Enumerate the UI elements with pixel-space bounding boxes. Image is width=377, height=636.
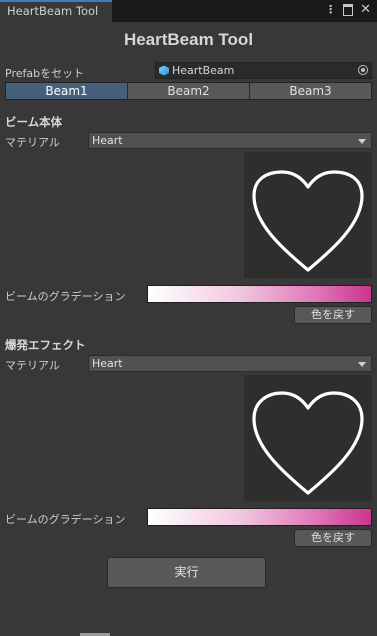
explosion-gradient-field[interactable] [147,508,372,526]
beam-tab-bar: Beam1 Beam2 Beam3 [5,82,372,100]
explosion-material-preview [244,375,372,501]
page-title: HeartBeam Tool [123,30,254,49]
beam-material-label: マテリアル [5,136,60,149]
beam-material-value: Heart [92,134,123,147]
close-icon[interactable]: ✕ [360,3,371,17]
run-button[interactable]: 実行 [107,557,266,588]
window-controls: ⋮ ✕ [325,3,371,17]
beam-gradient-field[interactable] [147,285,372,303]
heart-icon [252,170,364,272]
tab-beam3[interactable]: Beam3 [250,83,371,99]
prefab-label: Prefabをセット [5,67,85,80]
chevron-down-icon [358,362,366,367]
beam-body-section-title: ビーム本体 [5,115,63,129]
maximize-icon[interactable] [343,4,354,16]
explosion-gradient-label: ビームのグラデーション [5,513,126,526]
explosion-material-value: Heart [92,357,123,370]
kebab-icon[interactable]: ⋮ [325,3,336,17]
beam-reset-color-button[interactable]: 色を戻す [294,306,372,324]
heart-icon [252,391,364,495]
explosion-material-label: マテリアル [5,359,60,372]
prefab-value: HeartBeam [172,64,235,77]
window-tab-title: HeartBeam Tool [7,4,99,18]
explosion-reset-color-button[interactable]: 色を戻す [294,529,372,547]
explosion-section-title: 爆発エフェクト [5,338,86,352]
explosion-material-dropdown[interactable]: Heart [88,355,372,372]
chevron-down-icon [358,139,366,144]
prefab-object-field[interactable]: HeartBeam [155,62,372,79]
tab-beam2[interactable]: Beam2 [128,83,250,99]
object-picker-icon[interactable] [358,65,368,75]
window-tab[interactable]: HeartBeam Tool [0,0,112,22]
beam-material-dropdown[interactable]: Heart [88,132,372,149]
window-tab-bar: HeartBeam Tool ⋮ ✕ [0,0,377,22]
prefab-cube-icon [159,65,169,76]
beam-gradient-label: ビームのグラデーション [5,290,126,303]
tab-beam1[interactable]: Beam1 [6,83,128,99]
beam-material-preview [244,152,372,278]
